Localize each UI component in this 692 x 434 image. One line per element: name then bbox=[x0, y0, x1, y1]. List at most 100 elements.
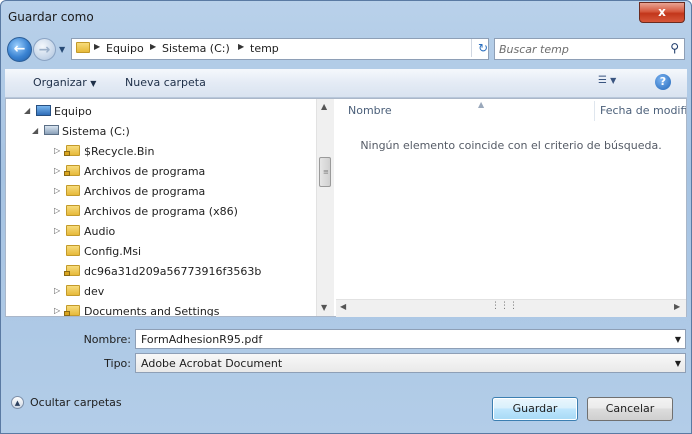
chevron-right-icon[interactable]: ▶ bbox=[94, 42, 100, 51]
chevron-down-icon: ▼ bbox=[90, 79, 97, 88]
tree-item-label: Config.Msi bbox=[84, 245, 142, 258]
breadcrumb-temp[interactable]: temp bbox=[250, 42, 279, 55]
tree-item-label: Archivos de programa bbox=[84, 165, 206, 178]
scroll-up-arrow-icon[interactable]: ▲ bbox=[321, 102, 327, 111]
title-bar: Guardar como x bbox=[1, 1, 691, 33]
tree-item-equipo[interactable]: ◢ Equipo bbox=[24, 103, 304, 121]
organize-button[interactable]: Organizar ▼ bbox=[33, 76, 96, 89]
tree-item-label: Archivos de programa bbox=[84, 185, 206, 198]
locked-folder-icon bbox=[64, 305, 80, 316]
help-button[interactable]: ? bbox=[655, 74, 671, 90]
tree-item-audio[interactable]: ▷ Audio bbox=[54, 223, 304, 241]
scroll-left-arrow-icon[interactable]: ◀ bbox=[340, 302, 346, 311]
empty-results-message: Ningún elemento coincide con el criterio… bbox=[360, 139, 662, 152]
collapsed-arrow-icon[interactable]: ▷ bbox=[54, 166, 64, 175]
column-name-label: Nombre bbox=[348, 104, 392, 117]
change-view-button[interactable]: ☰ ▼ bbox=[598, 75, 616, 86]
file-name-field[interactable]: FormAdhesionR95.pdf ▼ bbox=[135, 329, 686, 349]
cancel-button[interactable]: Cancelar bbox=[587, 397, 673, 421]
column-header-date[interactable]: Fecha de modifica bbox=[600, 99, 686, 123]
recent-pages-dropdown[interactable]: ▼ bbox=[59, 45, 65, 54]
tree-item-archivos-de-programa-2[interactable]: ▷ Archivos de programa bbox=[54, 183, 304, 201]
back-button[interactable]: ← bbox=[7, 37, 32, 62]
drive-icon bbox=[44, 125, 59, 137]
folder-icon bbox=[66, 245, 80, 257]
address-bar[interactable]: ▶ Equipo ▶ Sistema (C:) ▶ temp ▼ bbox=[71, 38, 532, 60]
folder-icon bbox=[66, 205, 80, 217]
file-list-horizontal-scrollbar[interactable]: ◀ ⋮⋮⋮ ▶ bbox=[336, 299, 686, 317]
tree-item-config-msi[interactable]: Config.Msi bbox=[54, 243, 304, 261]
search-input[interactable] bbox=[499, 41, 659, 57]
tree-item-label: Documents and Settings bbox=[84, 305, 220, 316]
tree-item-label: dev bbox=[84, 285, 105, 298]
tree-item-dev[interactable]: ▷ dev bbox=[54, 283, 304, 301]
file-type-value: Adobe Acrobat Document bbox=[141, 357, 283, 370]
scroll-right-arrow-icon[interactable]: ▶ bbox=[674, 302, 680, 311]
collapsed-arrow-icon[interactable]: ▷ bbox=[54, 306, 64, 315]
column-divider[interactable] bbox=[594, 101, 595, 121]
collapsed-arrow-icon[interactable]: ▷ bbox=[54, 146, 64, 155]
tree-item-archivos-de-programa-x86[interactable]: ▷ Archivos de programa (x86) bbox=[54, 203, 304, 221]
tree-item-recycle-bin[interactable]: ▷ $Recycle.Bin bbox=[54, 143, 304, 161]
scrollbar-thumb[interactable]: ≡ bbox=[319, 157, 331, 187]
expanded-arrow-icon[interactable]: ◢ bbox=[24, 106, 34, 115]
hide-folders-label: Ocultar carpetas bbox=[30, 396, 122, 409]
save-as-dialog: Guardar como x ← → ▼ ▶ Equipo ▶ Sistema … bbox=[0, 0, 692, 434]
breadcrumb-equipo[interactable]: Equipo bbox=[106, 42, 144, 55]
file-name-value: FormAdhesionR95.pdf bbox=[141, 333, 263, 346]
folder-icon bbox=[66, 225, 80, 237]
folder-icon bbox=[66, 285, 80, 297]
tree-item-label: Equipo bbox=[54, 105, 92, 118]
chevron-right-icon[interactable]: ▶ bbox=[238, 42, 244, 51]
forward-button[interactable]: → bbox=[33, 38, 56, 61]
organize-label: Organizar bbox=[33, 76, 87, 89]
locked-folder-icon bbox=[64, 265, 80, 277]
view-list-icon: ☰ bbox=[598, 75, 607, 86]
file-list[interactable]: Nombre ▲ Fecha de modifica Ningún element… bbox=[336, 99, 686, 316]
computer-icon bbox=[36, 105, 51, 117]
folder-icon bbox=[66, 185, 80, 197]
collapsed-arrow-icon[interactable]: ▷ bbox=[54, 206, 64, 215]
collapse-up-icon: ▲ bbox=[11, 396, 24, 409]
tree-item-archivos-de-programa[interactable]: ▷ Archivos de programa bbox=[54, 163, 304, 181]
tree-item-label: Audio bbox=[84, 225, 116, 238]
tree-item-dc96a31d[interactable]: dc96a31d209a56773916f3563b bbox=[54, 263, 314, 281]
chevron-right-icon[interactable]: ▶ bbox=[150, 42, 156, 51]
tree-vertical-scrollbar[interactable]: ▲ ≡ ▼ bbox=[316, 99, 334, 316]
save-button[interactable]: Guardar bbox=[492, 397, 578, 421]
expanded-arrow-icon[interactable]: ◢ bbox=[32, 126, 42, 135]
search-icon[interactable]: ⚲ bbox=[670, 41, 679, 55]
chevron-down-icon[interactable]: ▼ bbox=[675, 359, 681, 368]
sort-ascending-icon: ▲ bbox=[478, 100, 485, 109]
breadcrumb-sistema[interactable]: Sistema (C:) bbox=[162, 42, 230, 55]
locked-folder-icon bbox=[64, 165, 80, 177]
file-type-label: Tipo: bbox=[104, 357, 131, 370]
tree-item-label: Sistema (C:) bbox=[62, 125, 130, 138]
column-header-name[interactable]: Nombre ▲ bbox=[348, 99, 484, 123]
grip-icon[interactable]: ⋮⋮⋮ bbox=[491, 301, 518, 311]
search-box[interactable]: ⚲ bbox=[494, 38, 685, 60]
file-name-label: Nombre: bbox=[83, 333, 131, 346]
close-button[interactable]: x bbox=[639, 2, 685, 23]
collapsed-arrow-icon[interactable]: ▷ bbox=[54, 226, 64, 235]
folder-icon bbox=[76, 42, 90, 54]
tree-item-label: Archivos de programa (x86) bbox=[84, 205, 238, 218]
collapsed-arrow-icon[interactable]: ▷ bbox=[54, 286, 64, 295]
chevron-down-icon[interactable]: ▼ bbox=[675, 335, 681, 344]
tree-item-label: $Recycle.Bin bbox=[84, 145, 155, 158]
file-type-select[interactable]: Adobe Acrobat Document ▼ bbox=[135, 353, 686, 373]
grip-icon: ≡ bbox=[323, 168, 329, 176]
chevron-down-icon: ▼ bbox=[610, 76, 617, 85]
navigation-tree[interactable]: ◢ Equipo ◢ Sistema (C:) ▷ $Recycle.Bin ▷… bbox=[6, 99, 316, 316]
tree-item-label: dc96a31d209a56773916f3563b bbox=[84, 265, 262, 278]
refresh-button[interactable]: ↻ bbox=[471, 39, 494, 57]
window-title: Guardar como bbox=[8, 10, 94, 24]
address-row: ← → ▼ ▶ Equipo ▶ Sistema (C:) ▶ temp ▼ ↻… bbox=[1, 33, 691, 67]
new-folder-button[interactable]: Nueva carpeta bbox=[125, 76, 206, 89]
tree-item-documents-and-settings[interactable]: ▷ Documents and Settings bbox=[54, 303, 304, 316]
scroll-down-arrow-icon[interactable]: ▼ bbox=[321, 303, 327, 312]
collapsed-arrow-icon[interactable]: ▷ bbox=[54, 186, 64, 195]
tree-item-sistema[interactable]: ◢ Sistema (C:) bbox=[32, 123, 302, 141]
command-bar: Organizar ▼ Nueva carpeta ☰ ▼ ? bbox=[5, 69, 687, 98]
browser-pane: ◢ Equipo ◢ Sistema (C:) ▷ $Recycle.Bin ▷… bbox=[5, 98, 687, 317]
